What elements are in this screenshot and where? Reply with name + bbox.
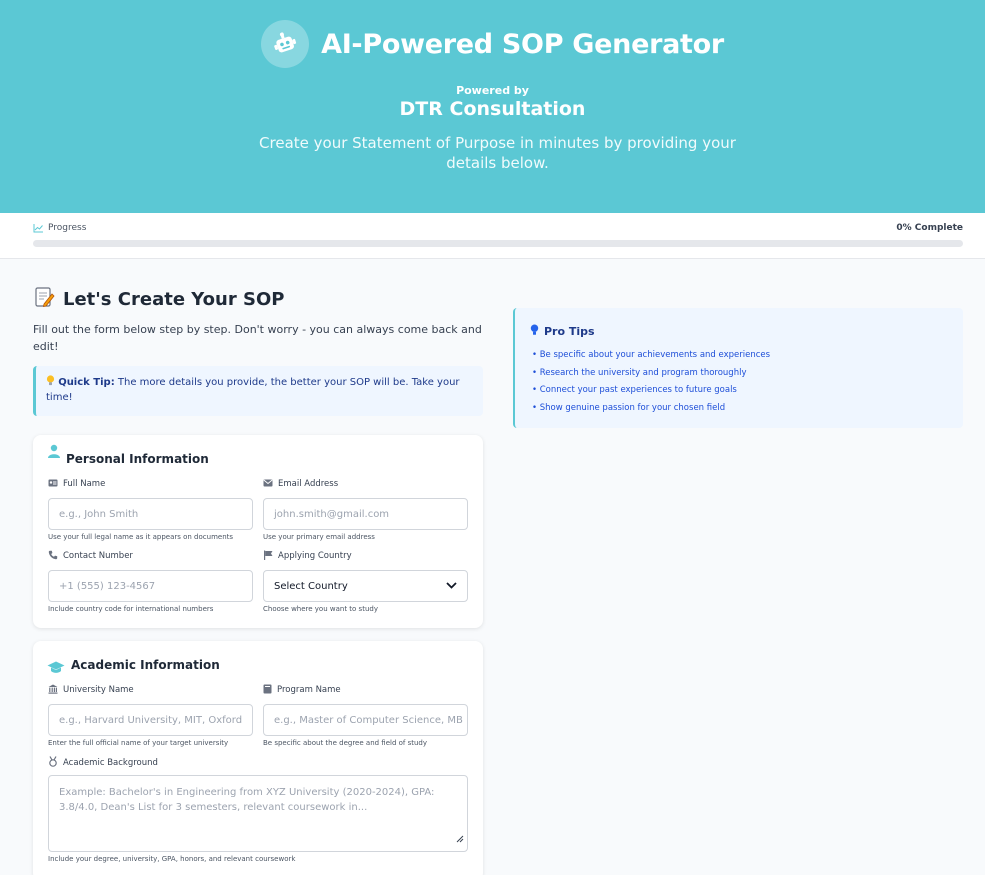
resize-handle-icon[interactable]: [456, 833, 464, 848]
powered-by-label: Powered by: [456, 84, 529, 97]
program-name-field: Program Name e.g., Master of Computer Sc…: [263, 684, 468, 747]
program-name-label: Program Name: [277, 685, 341, 695]
university-name-field: University Name e.g., Harvard University…: [48, 684, 253, 747]
university-name-input[interactable]: e.g., Harvard University, MIT, Oxford: [48, 704, 253, 736]
full-name-hint: Use your full legal name as it appears o…: [48, 533, 234, 541]
full-name-field: Full Name e.g., John Smith Use your full…: [48, 478, 253, 541]
progress-label: Progress: [48, 223, 87, 233]
flag-icon: [263, 550, 273, 563]
page-title: AI-Powered SOP Generator: [321, 28, 724, 60]
graduation-cap-icon: [47, 659, 65, 678]
email-input[interactable]: john.smith@gmail.com: [263, 498, 468, 530]
book-icon: [263, 684, 272, 697]
academic-background-label: Academic Background: [63, 758, 158, 768]
university-icon: [48, 684, 58, 697]
academic-background-textarea[interactable]: Example: Bachelor's in Engineering from …: [48, 775, 468, 852]
chart-line-icon: [33, 223, 43, 233]
contact-number-hint: Include country code for international n…: [48, 605, 214, 613]
lightbulb-icon: [530, 324, 539, 339]
academic-info-card: Academic Information University Name e.g…: [33, 641, 483, 875]
email-hint: Use your primary email address: [263, 533, 375, 541]
country-select[interactable]: Select Country: [263, 570, 468, 602]
robot-icon: [261, 20, 310, 68]
header-title-row: AI-Powered SOP Generator: [0, 20, 985, 68]
pro-tips-heading: Pro Tips: [530, 324, 595, 339]
full-name-input[interactable]: e.g., John Smith: [48, 498, 253, 530]
country-select-value: Select Country: [274, 580, 348, 592]
contact-number-label: Contact Number: [63, 551, 133, 561]
lightbulb-icon: [46, 375, 58, 388]
medal-icon: [48, 756, 58, 770]
contact-number-input[interactable]: +1 (555) 123-4567: [48, 570, 253, 602]
university-name-hint: Enter the full official name of your tar…: [48, 739, 229, 747]
page-header: AI-Powered SOP Generator Powered by DTR …: [0, 0, 985, 213]
program-name-input[interactable]: e.g., Master of Computer Science, MB: [263, 704, 468, 736]
pro-tips-list: • Be specific about your achievements an…: [532, 349, 770, 419]
program-name-hint: Be specific about the degree and field o…: [263, 739, 428, 747]
quick-tip-box: Quick Tip: The more details you provide,…: [33, 366, 483, 416]
brand-name: DTR Consultation: [399, 98, 586, 120]
quick-tip-label: Quick Tip:: [58, 377, 115, 388]
academic-background-field: Academic Background Example: Bachelor's …: [48, 756, 468, 863]
pro-tip-item: • Be specific about your achievements an…: [532, 350, 771, 360]
email-label: Email Address: [278, 479, 339, 489]
user-icon: [47, 443, 61, 462]
section-heading-text: Let's Create Your SOP: [63, 289, 285, 310]
section-description: Fill out the form below step by step. Do…: [33, 323, 482, 353]
progress-label-row: Progress: [33, 223, 86, 233]
pro-tips-title: Pro Tips: [544, 325, 595, 338]
academic-background-placeholder: Example: Bachelor's in Engineering from …: [59, 787, 435, 813]
academic-background-hint: Include your degree, university, GPA, ho…: [48, 855, 296, 863]
personal-info-card: Personal Information Full Name e.g., Joh…: [33, 435, 483, 628]
pro-tip-item: • Connect your past experiences to futur…: [532, 385, 737, 395]
university-name-label: University Name: [63, 685, 134, 695]
section-heading: Let's Create Your SOP: [33, 286, 284, 313]
pro-tips-panel: Pro Tips • Be specific about your achiev…: [513, 308, 963, 428]
envelope-icon: [263, 479, 273, 490]
pro-tip-item: • Research the university and program th…: [532, 367, 747, 378]
memo-icon: [33, 286, 55, 313]
applying-country-label: Applying Country: [278, 551, 352, 561]
phone-icon: [48, 550, 58, 563]
progress-bar: [33, 240, 963, 247]
applying-country-hint: Choose where you want to study: [263, 605, 378, 613]
academic-info-title: Academic Information: [71, 658, 220, 672]
id-card-icon: [48, 479, 58, 490]
full-name-label: Full Name: [63, 479, 106, 489]
page-tagline: Create your Statement of Purpose in minu…: [259, 134, 736, 172]
progress-section: Progress 0% Complete: [0, 213, 985, 259]
email-field: Email Address john.smith@gmail.com Use y…: [263, 478, 468, 541]
contact-number-field: Contact Number +1 (555) 123-4567 Include…: [48, 550, 253, 613]
personal-info-title: Personal Information: [66, 452, 209, 466]
progress-percent: 0% Complete: [896, 223, 963, 233]
chevron-down-icon: [446, 581, 457, 592]
pro-tip-item: • Show genuine passion for your chosen f…: [532, 402, 726, 413]
applying-country-field: Applying Country Select Country Choose w…: [263, 550, 468, 613]
